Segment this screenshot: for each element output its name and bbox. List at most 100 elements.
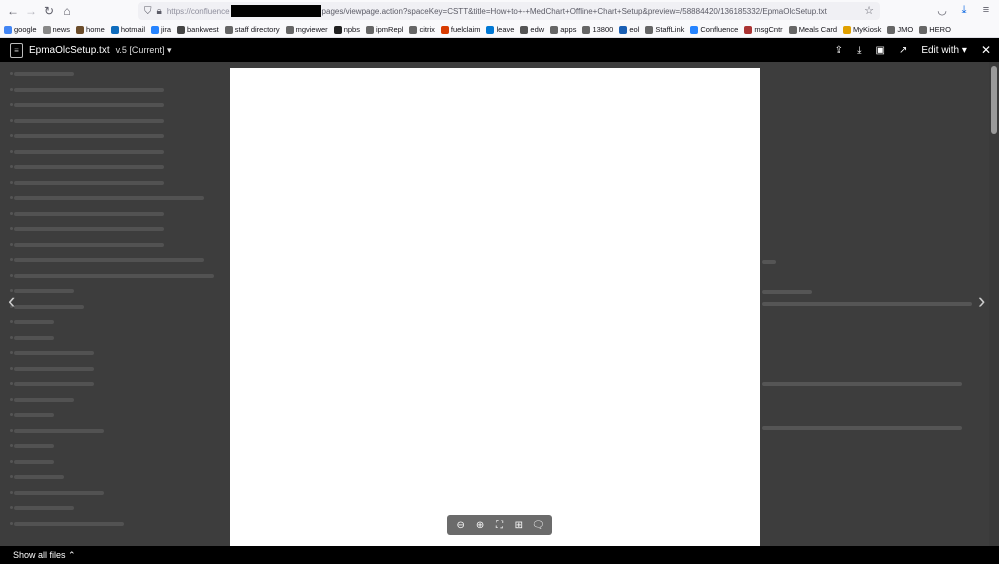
bookmark-favicon-icon: [285, 25, 294, 34]
bookmark-label: citrix: [419, 25, 435, 34]
bullet-dot: [10, 258, 13, 261]
bookmark-item[interactable]: jira: [151, 25, 171, 34]
comment-icon[interactable]: ▣: [875, 45, 884, 56]
bookmark-favicon-icon: [887, 25, 896, 34]
comment-icon[interactable]: 🗨︎: [531, 518, 545, 532]
bookmark-item[interactable]: mgviewer: [285, 25, 328, 34]
bookmark-favicon-icon: [582, 25, 591, 34]
download-icon[interactable]: ⤓: [857, 45, 861, 56]
bookmark-label: leave: [496, 25, 515, 34]
bookmark-item[interactable]: leave: [486, 25, 514, 34]
bookmark-item[interactable]: 13800: [582, 25, 613, 34]
bullet-dot: [10, 366, 13, 370]
download-icon[interactable]: ⤓: [957, 3, 971, 17]
scrollbar[interactable]: [989, 62, 999, 546]
bookmark-item[interactable]: edw: [520, 25, 544, 34]
bookmark-label: jira: [161, 25, 172, 34]
dimmed-text-line: [14, 506, 74, 510]
fit-to-screen-icon[interactable]: ⛶: [492, 518, 506, 532]
bookmark-favicon-icon: [177, 25, 186, 34]
close-icon[interactable]: ✕: [981, 43, 991, 57]
bookmark-item[interactable]: MyKiosk: [843, 25, 881, 34]
bookmark-item[interactable]: news: [42, 25, 70, 34]
bookmark-item[interactable]: npbs: [333, 25, 360, 34]
back-button[interactable]: ←: [4, 2, 22, 20]
bookmark-item[interactable]: bankwest: [177, 25, 219, 34]
dimmed-text-line: [14, 196, 204, 200]
bookmark-label: apps: [560, 25, 577, 34]
pocket-icon[interactable]: ◡: [935, 3, 949, 17]
bookmark-item[interactable]: JMO: [887, 25, 913, 34]
bookmark-favicon-icon: [619, 25, 628, 34]
bookmark-label: staff directory: [234, 25, 280, 34]
star-icon[interactable]: ☆: [864, 4, 874, 17]
zoom-in-icon[interactable]: ⊕: [473, 518, 487, 532]
previous-file-arrow[interactable]: ‹: [8, 288, 15, 314]
bullet-dot: [10, 242, 13, 246]
bookmark-item[interactable]: fuelclaim: [440, 25, 481, 34]
scrollbar-thumb[interactable]: [991, 66, 997, 134]
file-name: EpmaOlcSetup.txt: [29, 44, 110, 56]
bullet-dot: [10, 227, 13, 230]
bookmark-item[interactable]: Meals Card: [788, 25, 837, 34]
bookmark-label: hotmail: [120, 25, 145, 34]
bookmark-item[interactable]: StaffLink: [645, 25, 684, 34]
dimmed-text-line: [14, 242, 164, 247]
next-file-arrow[interactable]: ›: [978, 288, 985, 314]
dimmed-text-line: [762, 260, 776, 264]
bookmark-favicon-icon: [550, 25, 559, 34]
menu-icon[interactable]: ≡: [979, 3, 993, 17]
bookmark-label: msgCntr: [754, 25, 783, 34]
bookmark-item[interactable]: ipmRepl: [365, 25, 403, 34]
bullet-dot: [10, 134, 13, 137]
bookmark-label: eol: [629, 25, 640, 34]
bookmark-label: MyKiosk: [853, 25, 882, 34]
show-all-files-button[interactable]: Show all files ⌃: [13, 550, 76, 561]
bookmark-label: fuelclaim: [450, 25, 481, 34]
bullet-dot: [10, 273, 13, 277]
dimmed-text-line: [14, 103, 164, 107]
bookmark-favicon-icon: [224, 25, 233, 34]
bookmark-item[interactable]: HERO: [919, 25, 951, 34]
home-button[interactable]: ⌂: [58, 2, 76, 20]
bookmark-favicon-icon: [520, 25, 529, 34]
bookmark-favicon-icon: [365, 25, 374, 34]
preview-footer: Show all files ⌃: [0, 546, 999, 564]
forward-button[interactable]: →: [22, 2, 40, 20]
bookmark-favicon-icon: [333, 25, 342, 34]
bookmark-item[interactable]: staff directory: [224, 25, 280, 34]
edit-with-button[interactable]: Edit with ▾: [921, 45, 967, 56]
dimmed-text-line: [762, 382, 962, 386]
bookmark-item[interactable]: msgCntr: [744, 25, 783, 34]
bookmark-favicon-icon: [409, 25, 418, 34]
bullet-dot: [10, 428, 13, 432]
zoom-out-icon[interactable]: ⊖: [454, 518, 468, 532]
dimmed-text-line: [14, 459, 54, 464]
dimmed-text-line: [14, 149, 164, 154]
dimmed-text-line: [14, 382, 94, 386]
bookmark-item[interactable]: google: [4, 25, 37, 34]
bookmark-label: 13800: [592, 25, 614, 34]
bookmarks-bar: google news home hotmail jira bankwest staff d…: [0, 22, 999, 38]
dimmed-text-line: [14, 521, 124, 526]
preview-header: ≡ EpmaOlcSetup.txt v.5 [Current] ▾ ⇪ ⤓ ▣…: [0, 38, 999, 62]
redacted-block: [230, 5, 321, 17]
upload-icon[interactable]: ⇪: [835, 45, 843, 56]
bookmark-item[interactable]: apps: [550, 25, 576, 34]
bookmark-item[interactable]: eol: [619, 25, 639, 34]
bookmark-favicon-icon: [110, 25, 119, 34]
address-bar[interactable]: ⛉ 🔒︎ https://confluence pages/viewpage.a…: [138, 2, 880, 20]
share-icon[interactable]: ↗: [899, 45, 907, 56]
annotate-icon[interactable]: ⊞: [512, 518, 526, 532]
bookmark-item[interactable]: citrix: [409, 25, 435, 34]
dimmed-text-line: [14, 320, 54, 324]
version-dropdown[interactable]: v.5 [Current] ▾: [116, 45, 172, 56]
bullet-dot: [10, 521, 13, 525]
bookmark-item[interactable]: hotmail: [110, 25, 145, 34]
bookmark-item[interactable]: Confluence: [690, 25, 738, 34]
bullet-dot: [10, 165, 13, 168]
dimmed-text-line: [14, 118, 164, 123]
bookmark-item[interactable]: home: [76, 25, 105, 34]
reload-button[interactable]: ↻: [40, 2, 58, 20]
dimmed-text-line: [762, 426, 962, 430]
